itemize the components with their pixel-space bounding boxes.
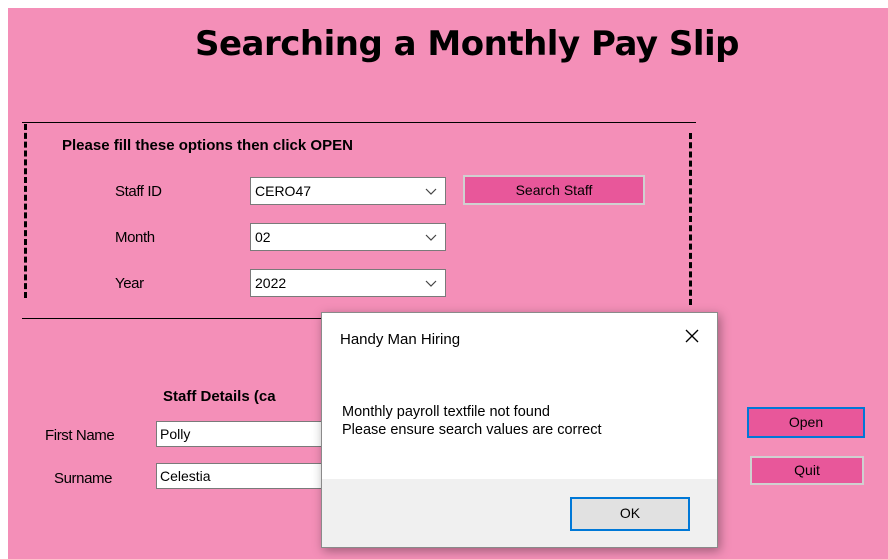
year-label: Year [115, 275, 144, 292]
staff-id-label: Staff ID [115, 183, 162, 200]
chevron-down-icon [425, 234, 437, 241]
first-name-field[interactable]: Polly [156, 421, 336, 447]
year-value: 2022 [255, 275, 287, 291]
surname-label: Surname [54, 470, 113, 487]
staff-id-value: CERO47 [255, 183, 312, 199]
surname-value: Celestia [160, 468, 211, 484]
group-bottom-border [22, 318, 322, 319]
open-button[interactable]: Open [747, 407, 865, 438]
chevron-down-icon [425, 188, 437, 195]
message-dialog: Handy Man Hiring Monthly payroll textfil… [321, 312, 718, 548]
dialog-message-line1: Monthly payroll textfile not found [342, 404, 550, 420]
year-combo[interactable]: 2022 [250, 269, 446, 297]
dialog-title: Handy Man Hiring [340, 331, 461, 348]
chevron-down-icon [425, 280, 437, 287]
month-value: 02 [255, 229, 271, 245]
quit-button[interactable]: Quit [750, 456, 864, 485]
page-title: Searching a Monthly Pay Slip [195, 24, 739, 64]
surname-field[interactable]: Celestia [156, 463, 336, 489]
first-name-value: Polly [160, 426, 191, 442]
group-right-border [689, 133, 692, 305]
ok-button[interactable]: OK [570, 497, 690, 531]
group-top-border [22, 122, 696, 123]
first-name-label: First Name [45, 427, 115, 444]
dialog-message-line2: Please ensure search values are correct [342, 422, 602, 438]
month-label: Month [115, 229, 155, 246]
month-combo[interactable]: 02 [250, 223, 446, 251]
group-title: Please fill these options then click OPE… [62, 137, 353, 154]
dialog-message: Monthly payroll textfile not found Pleas… [342, 403, 602, 439]
group-left-border [24, 124, 27, 298]
staff-id-combo[interactable]: CERO47 [250, 177, 446, 205]
close-icon[interactable] [683, 327, 701, 345]
search-staff-button[interactable]: Search Staff [463, 175, 645, 205]
staff-details-title: Staff Details (ca [163, 388, 276, 405]
